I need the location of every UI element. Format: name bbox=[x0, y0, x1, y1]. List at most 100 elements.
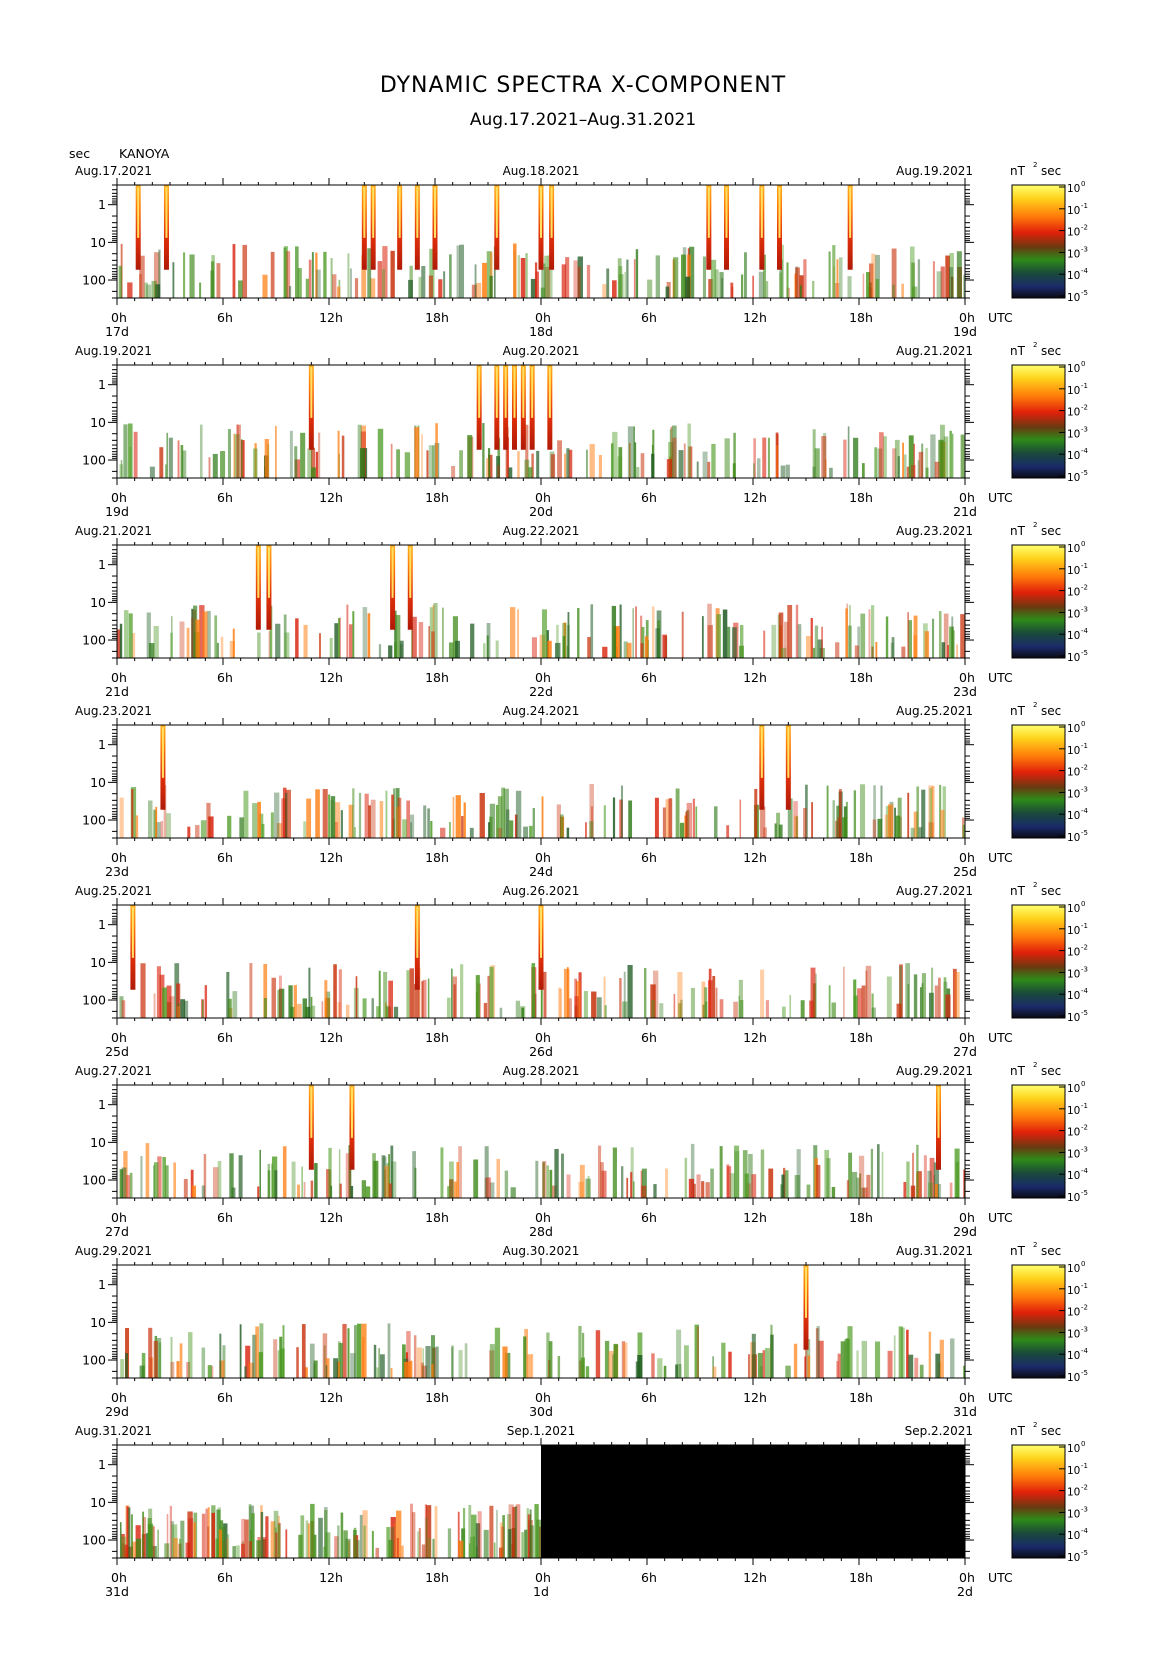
spectral-power-streak bbox=[901, 283, 905, 298]
spectral-power-streak bbox=[416, 1347, 423, 1378]
spectral-power-streak bbox=[633, 426, 635, 478]
spectral-power-streak bbox=[696, 461, 699, 478]
x-tick-label: 12h bbox=[743, 310, 767, 325]
spectrum-background bbox=[117, 1085, 965, 1198]
spectral-power-streak bbox=[619, 978, 622, 1018]
x-tick-label: 12h bbox=[319, 1390, 343, 1405]
colorbar-unit-exponent: 2 bbox=[1033, 1421, 1037, 1429]
x-tick-label: 18h bbox=[425, 1570, 449, 1585]
no-data-region bbox=[541, 1445, 965, 1558]
spectral-power-streak bbox=[334, 802, 341, 838]
spectral-power-streak bbox=[877, 1144, 880, 1198]
spectral-power-streak bbox=[339, 1343, 343, 1378]
spectral-power-streak bbox=[514, 1506, 518, 1558]
spectral-power-streak bbox=[548, 1341, 553, 1378]
x-tick-label: 0h bbox=[535, 850, 551, 865]
colorbar-tick-label: 10 bbox=[1067, 1192, 1080, 1204]
spectral-power-streak bbox=[379, 801, 384, 838]
spectral-power-streak bbox=[123, 424, 128, 478]
spectral-power-streak bbox=[177, 440, 180, 478]
spectral-power-streak bbox=[536, 1519, 542, 1558]
spectral-power-streak bbox=[483, 1529, 489, 1558]
spectral-power-streak bbox=[636, 467, 640, 478]
x-tick-label: 0h bbox=[535, 1030, 551, 1045]
x-tick-label: 0h bbox=[111, 490, 127, 505]
pulsation-event-core bbox=[267, 547, 270, 598]
spectral-power-streak bbox=[359, 1514, 363, 1558]
spectral-power-streak bbox=[362, 607, 368, 658]
spectral-power-streak bbox=[662, 634, 668, 658]
spectral-power-streak bbox=[337, 1525, 340, 1558]
spectral-power-streak bbox=[202, 611, 208, 658]
spectral-power-streak bbox=[322, 789, 328, 838]
spectral-power-streak bbox=[380, 1354, 385, 1378]
spectral-power-streak bbox=[504, 1170, 509, 1198]
spectral-power-streak bbox=[612, 1354, 615, 1378]
pulsation-event-core bbox=[416, 187, 419, 238]
spectral-power-streak bbox=[301, 1324, 306, 1378]
colorbar-unit-sec: sec bbox=[1041, 704, 1061, 718]
pulsation-event-core bbox=[363, 187, 366, 238]
spectral-power-streak bbox=[531, 637, 537, 658]
spectral-power-streak bbox=[765, 281, 769, 298]
spectrogram-image bbox=[117, 1265, 965, 1378]
spectral-power-streak bbox=[447, 997, 451, 1018]
spectral-power-streak bbox=[411, 1512, 416, 1558]
spectral-power-streak bbox=[874, 1341, 881, 1378]
x-day-label: 21d bbox=[105, 684, 129, 699]
spectral-power-streak bbox=[856, 1350, 859, 1378]
spectral-power-streak bbox=[517, 609, 519, 658]
utc-label: UTC bbox=[988, 490, 1013, 505]
spectral-power-streak bbox=[695, 806, 698, 838]
pulsation-event-core bbox=[805, 1267, 807, 1318]
spectral-power-streak bbox=[262, 274, 268, 298]
spectral-power-streak bbox=[758, 271, 764, 298]
spectral-power-streak bbox=[458, 1350, 463, 1378]
pulsation-event-core bbox=[161, 727, 164, 778]
x-day-label: 2d bbox=[957, 1584, 973, 1599]
spectral-power-streak bbox=[705, 1182, 710, 1198]
spectral-power-streak bbox=[470, 623, 475, 658]
spectral-power-streak bbox=[201, 1185, 205, 1198]
spectral-power-streak bbox=[892, 284, 895, 298]
spectral-power-streak bbox=[757, 458, 761, 478]
spectral-power-streak bbox=[763, 630, 766, 658]
spectral-power-streak bbox=[635, 249, 639, 298]
x-tick-label: 18h bbox=[849, 1570, 873, 1585]
spectral-power-streak bbox=[760, 806, 766, 838]
x-day-label: 27d bbox=[105, 1224, 129, 1239]
spectral-power-streak bbox=[803, 259, 807, 298]
colorbar-tick-exponent: -3 bbox=[1081, 425, 1088, 433]
spectral-power-streak bbox=[770, 1324, 773, 1378]
spectral-power-streak bbox=[862, 273, 865, 298]
x-tick-label: 0h bbox=[959, 850, 975, 865]
spectral-power-streak bbox=[315, 789, 320, 838]
spectral-power-streak bbox=[632, 608, 634, 658]
x-tick-label: 18h bbox=[425, 1210, 449, 1225]
spectral-power-streak bbox=[354, 1325, 357, 1378]
y-tick-label: 1 bbox=[98, 917, 106, 932]
spectral-power-streak bbox=[752, 275, 755, 298]
spectral-power-streak bbox=[751, 1174, 757, 1198]
spectral-power-streak bbox=[126, 1506, 129, 1558]
spectral-power-streak bbox=[417, 1531, 420, 1558]
spectral-power-streak bbox=[837, 1353, 841, 1378]
spectral-power-streak bbox=[947, 645, 949, 658]
colorbar-tick-label: 10 bbox=[1067, 788, 1080, 800]
spectral-power-streak bbox=[654, 797, 659, 838]
colorbar-tick-label: 10 bbox=[1067, 1350, 1080, 1362]
spectral-power-streak bbox=[361, 1180, 367, 1198]
spectral-power-streak bbox=[406, 970, 410, 1018]
spectral-power-streak bbox=[431, 1364, 434, 1378]
spectral-power-streak bbox=[404, 452, 411, 478]
spectral-power-streak bbox=[726, 1164, 730, 1198]
colorbar-tick-exponent: -4 bbox=[1081, 987, 1089, 995]
y-tick-label: 1 bbox=[98, 1097, 106, 1112]
colorbar-tick-exponent: -5 bbox=[1081, 1189, 1088, 1197]
spectral-power-streak bbox=[580, 1357, 585, 1378]
spectral-power-streak bbox=[739, 1000, 744, 1018]
spectral-power-streak bbox=[640, 643, 644, 658]
y-tick-label: 10 bbox=[90, 595, 106, 610]
spectral-power-streak bbox=[473, 1159, 479, 1198]
x-tick-label: 0h bbox=[535, 1390, 551, 1405]
